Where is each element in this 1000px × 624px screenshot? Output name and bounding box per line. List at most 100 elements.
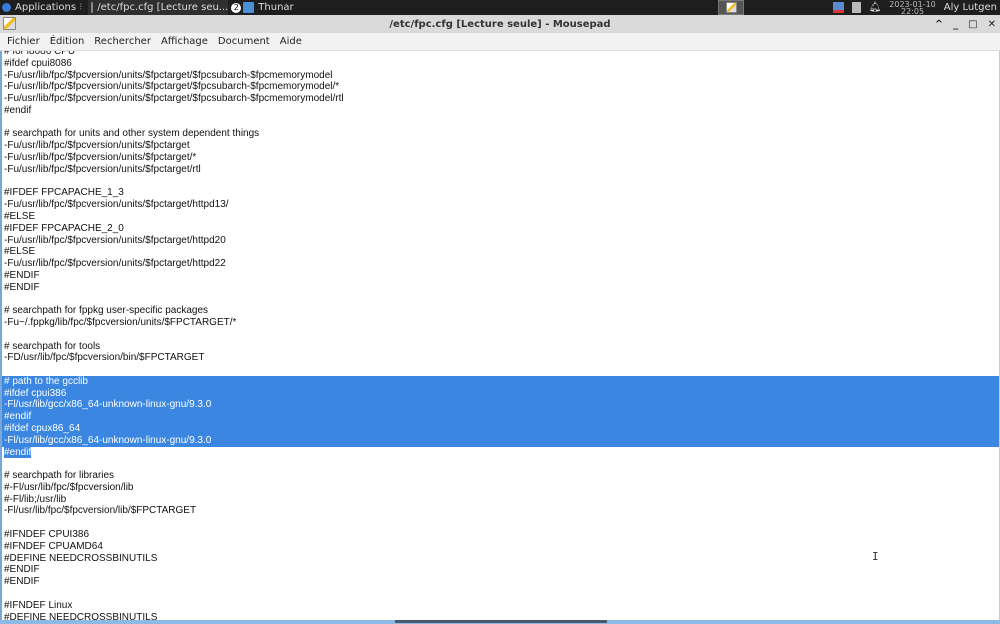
editor-line: #ifdef cpux86_64 <box>2 423 999 435</box>
line-text: # searchpath for fppkg user-specific pac… <box>4 305 208 317</box>
line-text: # searchpath for tools <box>4 340 101 352</box>
menu-aide[interactable]: Aide <box>275 36 307 47</box>
line-text: #ifdef cpui386 <box>4 387 67 399</box>
line-text: #IFNDEF Linux <box>4 599 73 611</box>
window-titlebar[interactable]: /etc/fpc.cfg [Lecture seule] - Mousepad … <box>0 15 1000 33</box>
line-text: -Fu/usr/lib/fpc/$fpcversion/units/$fpcta… <box>4 69 333 81</box>
editor-line: -Fu/usr/lib/fpc/$fpcversion/units/$fpcta… <box>2 81 999 93</box>
editor-line: #ENDIF <box>2 282 999 294</box>
close-button[interactable]: ✕ <box>988 19 996 30</box>
task-thunar[interactable]: 2 Thunar <box>228 0 346 15</box>
mousepad-icon <box>725 2 737 13</box>
text-editor[interactable]: # for i8086 CPU #ifdef cpui8086 -Fu/usr/li… <box>0 51 1000 621</box>
line-text: -Fl/usr/lib/gcc/x86_64-unknown-linux-gnu… <box>4 434 212 446</box>
editor-line: #ENDIF <box>2 270 999 282</box>
editor-line: #ifdef cpui386 <box>2 387 999 400</box>
line-text: #endif <box>4 411 32 423</box>
editor-line: #ENDIF <box>2 576 999 588</box>
system-tray: 🔔︎ 2023-01-10 22:05 Aly Lutgen <box>832 0 1000 16</box>
menu-rechercher[interactable]: Rechercher <box>89 36 156 47</box>
line-text: #endif <box>4 104 32 116</box>
editor-line: #IFNDEF CPUAMD64 <box>2 541 999 553</box>
text-cursor-ibeam-icon: I <box>872 550 879 563</box>
editor-line: #-Fl/lib;/usr/lib <box>2 494 999 506</box>
line-text: #IFDEF FPCAPACHE_2_0 <box>4 222 124 234</box>
editor-line: -Fu/usr/lib/fpc/$fpcversion/units/$fpcta… <box>2 70 999 82</box>
editor-line: #ELSE <box>2 211 999 223</box>
line-text: # searchpath for libraries <box>4 470 115 482</box>
editor-line: -Fl/usr/lib/gcc/x86_64-unknown-linux-gnu… <box>2 399 999 412</box>
menu-document[interactable]: Document <box>213 36 275 47</box>
maximize-button[interactable]: □ <box>968 19 977 30</box>
separator-handle-icon: ⁝ <box>79 2 83 13</box>
editor-line: #IFNDEF CPUI386 <box>2 529 999 541</box>
editor-line: # searchpath for tools <box>2 341 999 353</box>
editor-line: -Fu/usr/lib/fpc/$fpcversion/units/$fpcta… <box>2 235 999 247</box>
editor-line: #IFDEF FPCAPACHE_1_3 <box>2 187 999 199</box>
task-mousepad[interactable]: /etc/fpc.cfg [Lecture seu... <box>88 0 228 15</box>
mousepad-icon <box>91 2 94 13</box>
horizontal-scrollbar[interactable] <box>0 620 1000 624</box>
xfce-logo-icon <box>2 3 11 12</box>
editor-line: #endif <box>2 446 999 459</box>
folder-icon <box>243 2 255 13</box>
clock[interactable]: 2023-01-10 22:05 <box>889 0 936 16</box>
editor-line: #ifdef cpui8086 <box>2 58 999 70</box>
editor-line: -Fl/usr/lib/gcc/x86_64-unknown-linux-gnu… <box>2 434 999 447</box>
line-text: -Fu/usr/lib/fpc/$fpcversion/units/$fpcta… <box>4 152 197 164</box>
editor-line: #IFNDEF Linux <box>2 600 999 612</box>
editor-line: -Fu/usr/lib/fpc/$fpcversion/units/$fpcta… <box>2 93 999 105</box>
editor-line: #-Fl/usr/lib/fpc/$fpcversion/lib <box>2 482 999 494</box>
editor-line: -Fu/usr/lib/fpc/$fpcversion/units/$fpcta… <box>2 152 999 164</box>
line-text: #DEFINE NEEDCROSSBINUTILS <box>4 552 158 564</box>
editor-lines: # for i8086 CPU #ifdef cpui8086 -Fu/usr/li… <box>2 51 999 621</box>
taskbar: Applications ⁝ /etc/fpc.cfg [Lecture seu… <box>0 0 1000 15</box>
workspace-mousepad-button[interactable] <box>718 0 744 15</box>
line-text: #ifdef cpui8086 <box>4 57 72 69</box>
editor-line: #endif <box>2 411 999 423</box>
editor-line: -Fu/usr/lib/fpc/$fpcversion/units/$fpcta… <box>2 164 999 176</box>
window-count-badge: 2 <box>231 2 242 13</box>
scrollbar-thumb[interactable] <box>395 620 607 623</box>
editor-line: #ENDIF <box>2 564 999 576</box>
editor-line: #DEFINE NEEDCROSSBINUTILS <box>2 553 999 565</box>
user-name[interactable]: Aly Lutgen <box>944 2 997 13</box>
line-text: -Fu/usr/lib/fpc/$fpcversion/units/$fpcta… <box>4 258 226 270</box>
line-text: #-Fl/lib;/usr/lib <box>4 493 67 505</box>
applications-menu[interactable]: Applications ⁝ <box>0 0 85 15</box>
line-text: #IFNDEF CPUI386 <box>4 529 90 541</box>
task-label: Thunar <box>258 2 294 13</box>
editor-line: # searchpath for fppkg user-specific pac… <box>2 305 999 317</box>
editor-line: # searchpath for units and other system … <box>2 128 999 140</box>
line-text: #IFNDEF CPUAMD64 <box>4 540 103 552</box>
minimize-button[interactable]: _ <box>953 19 958 30</box>
line-text: #ENDIF <box>4 576 40 588</box>
line-text: -Fu~/.fppkg/lib/fpc/$fpcversion/units/$F… <box>4 316 237 328</box>
line-text: -Fu/usr/lib/fpc/$fpcversion/units/$fpcta… <box>4 93 344 105</box>
line-text: #IFDEF FPCAPACHE_1_3 <box>4 187 124 199</box>
menu-fichier[interactable]: Fichier <box>2 36 45 47</box>
network-disconnected-icon[interactable] <box>832 2 844 13</box>
menu-edition[interactable]: Édition <box>45 36 90 47</box>
line-text: #ENDIF <box>4 269 40 281</box>
line-text: -Fu/usr/lib/fpc/$fpcversion/units/$fpcta… <box>4 199 229 211</box>
editor-line: #ELSE <box>2 246 999 258</box>
menu-affichage[interactable]: Affichage <box>156 36 213 47</box>
clock-time: 22:05 <box>901 6 925 16</box>
notification-bell-icon[interactable]: 🔔︎ <box>869 2 882 13</box>
editor-line: # path to the gcclib <box>2 375 999 388</box>
clipboard-icon[interactable] <box>851 2 861 13</box>
editor-line: -Fu~/.fppkg/lib/fpc/$fpcversion/units/$F… <box>2 317 999 329</box>
line-text: -Fu/usr/lib/fpc/$fpcversion/units/$fpcta… <box>4 234 226 246</box>
window-title: /etc/fpc.cfg [Lecture seule] - Mousepad <box>389 18 611 30</box>
editor-line: #endif <box>2 105 999 117</box>
editor-line: -Fu/usr/lib/fpc/$fpcversion/units/$fpcta… <box>2 258 999 270</box>
mousepad-icon <box>3 17 16 30</box>
line-text: -Fl/usr/lib/fpc/$fpcversion/lib/$FPCTARG… <box>4 505 197 517</box>
line-text: -Fu/usr/lib/fpc/$fpcversion/units/$fpcta… <box>4 163 201 175</box>
shade-button[interactable]: ^ <box>935 19 943 30</box>
